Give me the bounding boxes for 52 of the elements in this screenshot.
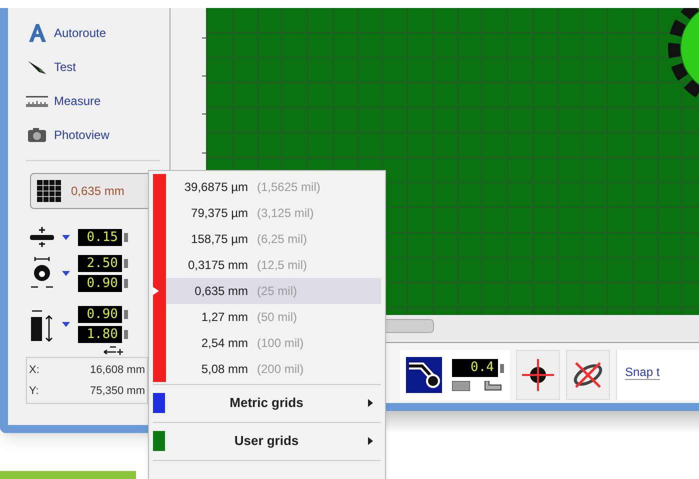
submenu-item[interactable]: User grids — [153, 422, 381, 458]
tool-button[interactable]: Autoroute — [54, 24, 106, 42]
track-width-icon — [30, 227, 54, 247]
grid-menu-item[interactable]: 79,375 µm (3,125 mil) — [166, 200, 381, 226]
clearance-trace-icon[interactable] — [406, 357, 442, 393]
submenu-arrow-icon — [368, 436, 373, 444]
probe-icon — [27, 59, 47, 75]
value-field[interactable]: 0.90 — [78, 306, 122, 323]
grid-menu-item[interactable]: 5,08 mm (200 mil) — [166, 356, 381, 382]
caret-icon[interactable] — [62, 234, 70, 240]
letter-a-icon — [27, 23, 47, 43]
outline-pattern-icon[interactable] — [484, 381, 502, 391]
coordinate-value: 16,608 mm — [90, 363, 145, 378]
submenu-arrow-icon — [368, 398, 373, 406]
pad-icon — [30, 256, 54, 290]
value-field[interactable]: 0.15 — [78, 228, 122, 246]
ruler-icon — [26, 95, 48, 107]
value-field[interactable]: 1.80 — [78, 326, 122, 343]
submenu-item[interactable]: Metric grids — [153, 384, 381, 420]
grid-menu-item[interactable]: 2,54 mm (100 mil) — [166, 330, 381, 356]
spacing-arrow-icon — [102, 345, 124, 355]
axis-label: X: — [29, 363, 40, 378]
no-airwire-button[interactable] — [566, 350, 610, 400]
grid-menu-item[interactable]: 0,3175 mm (12,5 mil) — [166, 252, 381, 278]
grid-menu-item[interactable]: 0,635 mm (25 mil) — [166, 278, 381, 304]
spin-handle[interactable] — [124, 310, 128, 319]
snap-link[interactable]: Snap t — [625, 365, 660, 380]
caret-icon[interactable] — [62, 271, 70, 276]
fill-pattern-icon[interactable] — [452, 381, 470, 391]
axis-label: Y: — [29, 384, 39, 398]
crosshair-button[interactable] — [516, 350, 560, 400]
spin-handle[interactable] — [500, 364, 504, 372]
coordinate-value: 75,350 mm — [90, 384, 145, 398]
tool-button[interactable]: Photoview — [54, 126, 110, 144]
camera-icon — [27, 127, 47, 143]
tool-button[interactable]: Test — [54, 58, 76, 76]
spin-handle[interactable] — [124, 330, 128, 339]
spin-handle[interactable] — [124, 279, 128, 288]
grid-menu-item[interactable]: 1,27 mm (50 mil) — [166, 304, 381, 330]
grid-icon — [37, 180, 61, 202]
caret-icon[interactable] — [62, 322, 70, 327]
value-field[interactable]: 0.90 — [78, 275, 122, 292]
spin-handle[interactable] — [124, 259, 128, 268]
smd-pad-icon — [30, 308, 54, 342]
tool-button[interactable]: Measure — [54, 92, 101, 110]
grid-menu-item[interactable]: 39,6875 µm (1,5625 mil) — [166, 174, 381, 200]
clearance-field[interactable]: 0.4 — [452, 359, 498, 377]
current-marker-icon — [153, 287, 159, 295]
grid-menu-item[interactable]: 158,75 µm (6,25 mil) — [166, 226, 381, 252]
spin-handle[interactable] — [124, 232, 128, 242]
value-field[interactable]: 2.50 — [78, 255, 122, 272]
crosshair-icon — [521, 358, 555, 392]
